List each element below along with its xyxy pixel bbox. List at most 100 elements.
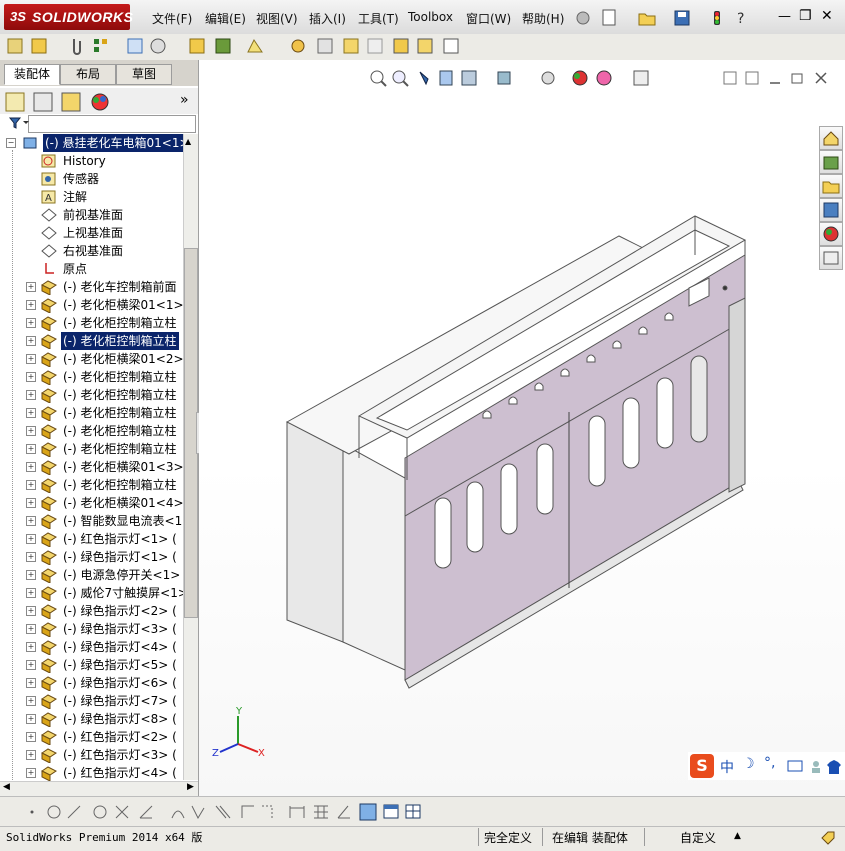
taskpane-appearances-icon[interactable] bbox=[819, 222, 843, 246]
ime-punct-icon[interactable]: °, bbox=[764, 755, 775, 771]
configuration-manager-icon[interactable] bbox=[61, 92, 81, 112]
insert-component-icon[interactable] bbox=[7, 38, 23, 54]
grid-icon[interactable] bbox=[314, 805, 328, 819]
sogou-logo-icon[interactable]: S bbox=[690, 754, 714, 778]
feature-manager-icon[interactable] bbox=[5, 92, 25, 112]
scroll-right-icon[interactable]: ▶ bbox=[187, 782, 194, 792]
tree-item[interactable]: + (-) 老化柜控制箱立柱 bbox=[0, 422, 183, 440]
model-3d-view[interactable] bbox=[199, 60, 845, 796]
expand-icon[interactable]: + bbox=[26, 426, 36, 436]
expand-icon[interactable]: + bbox=[26, 624, 36, 634]
expand-icon[interactable]: + bbox=[26, 534, 36, 544]
tree-item[interactable]: + (-) 老化柜控制箱立柱 bbox=[0, 386, 183, 404]
menu-item[interactable]: 工具(T) bbox=[358, 10, 399, 27]
clearance-verification-icon[interactable] bbox=[417, 38, 433, 54]
tree-item[interactable]: 右视基准面 bbox=[0, 242, 183, 260]
tab-assembly[interactable]: 装配体 bbox=[4, 64, 60, 85]
tree-item[interactable]: + (-) 绿色指示灯<8> ( bbox=[0, 710, 183, 728]
expand-icon[interactable]: + bbox=[26, 318, 36, 328]
tree-item[interactable]: + (-) 绿色指示灯<6> ( bbox=[0, 674, 183, 692]
expand-icon[interactable]: + bbox=[26, 642, 36, 652]
tree-horizontal-scrollbar[interactable] bbox=[0, 781, 198, 796]
tree-root-assembly[interactable]: − (-) 悬挂老化车电箱01<1> bbox=[0, 134, 183, 152]
tree-item[interactable]: + (-) 绿色指示灯<3> ( bbox=[0, 620, 183, 638]
shaded-view-icon[interactable] bbox=[359, 803, 377, 821]
tile-window-icon[interactable] bbox=[405, 804, 421, 819]
expand-icon[interactable]: + bbox=[26, 750, 36, 760]
expand-icon[interactable]: + bbox=[26, 498, 36, 508]
tree-item[interactable]: 传感器 bbox=[0, 170, 183, 188]
tree-item[interactable]: + (-) 绿色指示灯<5> ( bbox=[0, 656, 183, 674]
instant3d-icon[interactable] bbox=[443, 38, 459, 54]
menu-item[interactable]: 视图(V) bbox=[256, 10, 298, 27]
open-folder-icon[interactable] bbox=[638, 13, 656, 26]
tree-item[interactable]: + (-) 老化柜横梁01<3> bbox=[0, 458, 183, 476]
dimension-icon[interactable] bbox=[289, 806, 305, 818]
expand-icon[interactable]: + bbox=[26, 462, 36, 472]
tree-item[interactable]: + (-) 老化柜控制箱立柱 bbox=[0, 368, 183, 386]
taskpane-home-icon[interactable] bbox=[819, 126, 843, 150]
tree-item[interactable]: + (-) 老化柜控制箱立柱 bbox=[0, 314, 183, 332]
tree-item[interactable]: + (-) 绿色指示灯<7> ( bbox=[0, 692, 183, 710]
ime-lang-button[interactable]: 中 bbox=[720, 757, 734, 777]
tree-item[interactable]: + (-) 红色指示灯<2> ( bbox=[0, 728, 183, 746]
taskpane-custom-properties-icon[interactable] bbox=[819, 246, 843, 270]
units-dropdown-icon[interactable]: ▲ bbox=[734, 831, 741, 841]
taskpane-view-palette-icon[interactable] bbox=[819, 198, 843, 222]
menu-item[interactable]: 插入(I) bbox=[309, 10, 346, 27]
expand-icon[interactable]: + bbox=[26, 678, 36, 688]
tree-item[interactable]: + (-) 红色指示灯<4> ( bbox=[0, 764, 183, 782]
save-icon[interactable] bbox=[674, 10, 690, 26]
expand-icon[interactable]: + bbox=[26, 768, 36, 778]
linear-pattern-icon[interactable] bbox=[94, 39, 107, 52]
assembly-features-icon[interactable] bbox=[215, 38, 231, 54]
expand-panel-button[interactable]: » bbox=[180, 92, 189, 108]
tag-icon[interactable] bbox=[819, 829, 837, 847]
tree-item[interactable]: + (-) 绿色指示灯<2> ( bbox=[0, 602, 183, 620]
tree-filter-input[interactable] bbox=[28, 115, 196, 133]
tree-item[interactable]: 原点 bbox=[0, 260, 183, 278]
tree-item[interactable]: + (-) 老化柜横梁01<4> bbox=[0, 494, 183, 512]
rebuild-icon[interactable] bbox=[714, 11, 720, 25]
tree-item[interactable]: + (-) 红色指示灯<3> ( bbox=[0, 746, 183, 764]
expand-icon[interactable]: + bbox=[26, 570, 36, 580]
menu-item[interactable]: 文件(F) bbox=[152, 10, 192, 27]
tree-item[interactable]: + (-) 老化柜横梁01<2> bbox=[0, 350, 183, 368]
hatch-icon[interactable] bbox=[215, 805, 231, 819]
solidworks-logo[interactable]: 3S SOLIDWORKS bbox=[4, 4, 133, 30]
tree-item[interactable]: + (-) 红色指示灯<1> ( bbox=[0, 530, 183, 548]
construction-icon[interactable] bbox=[262, 805, 273, 818]
tree-item[interactable]: + (-) 老化柜控制箱立柱 bbox=[0, 404, 183, 422]
filter-icon[interactable] bbox=[8, 116, 30, 130]
trim-icon[interactable] bbox=[115, 805, 129, 819]
tree-item[interactable]: + (-) 绿色指示灯<4> ( bbox=[0, 638, 183, 656]
menu-item[interactable]: Toolbox bbox=[408, 10, 453, 24]
scroll-up-icon[interactable]: ▲ bbox=[185, 137, 191, 146]
tree-item[interactable]: + (-) 老化柜控制箱立柱 bbox=[0, 440, 183, 458]
tree-item[interactable]: + (-) 绿色指示灯<1> ( bbox=[0, 548, 183, 566]
paperclip-icon[interactable] bbox=[73, 39, 81, 55]
explode-line-icon[interactable] bbox=[367, 38, 383, 54]
bill-of-materials-icon[interactable] bbox=[317, 38, 333, 54]
expand-icon[interactable]: + bbox=[26, 588, 36, 598]
tree-item[interactable]: A 注解 bbox=[0, 188, 183, 206]
taskpane-file-explorer-icon[interactable] bbox=[819, 174, 843, 198]
angle-icon[interactable] bbox=[139, 805, 153, 819]
tree-item[interactable]: 上视基准面 bbox=[0, 224, 183, 242]
user-icon[interactable] bbox=[812, 761, 820, 773]
show-hidden-icon[interactable] bbox=[189, 38, 205, 54]
tree-item[interactable]: + (-) 老化柜控制箱立柱 bbox=[0, 476, 183, 494]
expand-icon[interactable]: + bbox=[26, 552, 36, 562]
expand-icon[interactable]: + bbox=[26, 480, 36, 490]
expand-icon[interactable]: + bbox=[26, 516, 36, 526]
expand-icon[interactable]: + bbox=[26, 660, 36, 670]
property-manager-icon[interactable] bbox=[33, 92, 53, 112]
exploded-view-icon[interactable] bbox=[343, 38, 359, 54]
spline-icon[interactable] bbox=[171, 810, 185, 819]
smart-fasteners-icon[interactable] bbox=[127, 38, 143, 54]
status-units[interactable]: 自定义 bbox=[680, 829, 716, 846]
expand-icon[interactable]: + bbox=[26, 300, 36, 310]
pin-icon[interactable] bbox=[576, 11, 590, 25]
circle-icon[interactable] bbox=[47, 805, 61, 819]
tree-item[interactable]: 前视基准面 bbox=[0, 206, 183, 224]
